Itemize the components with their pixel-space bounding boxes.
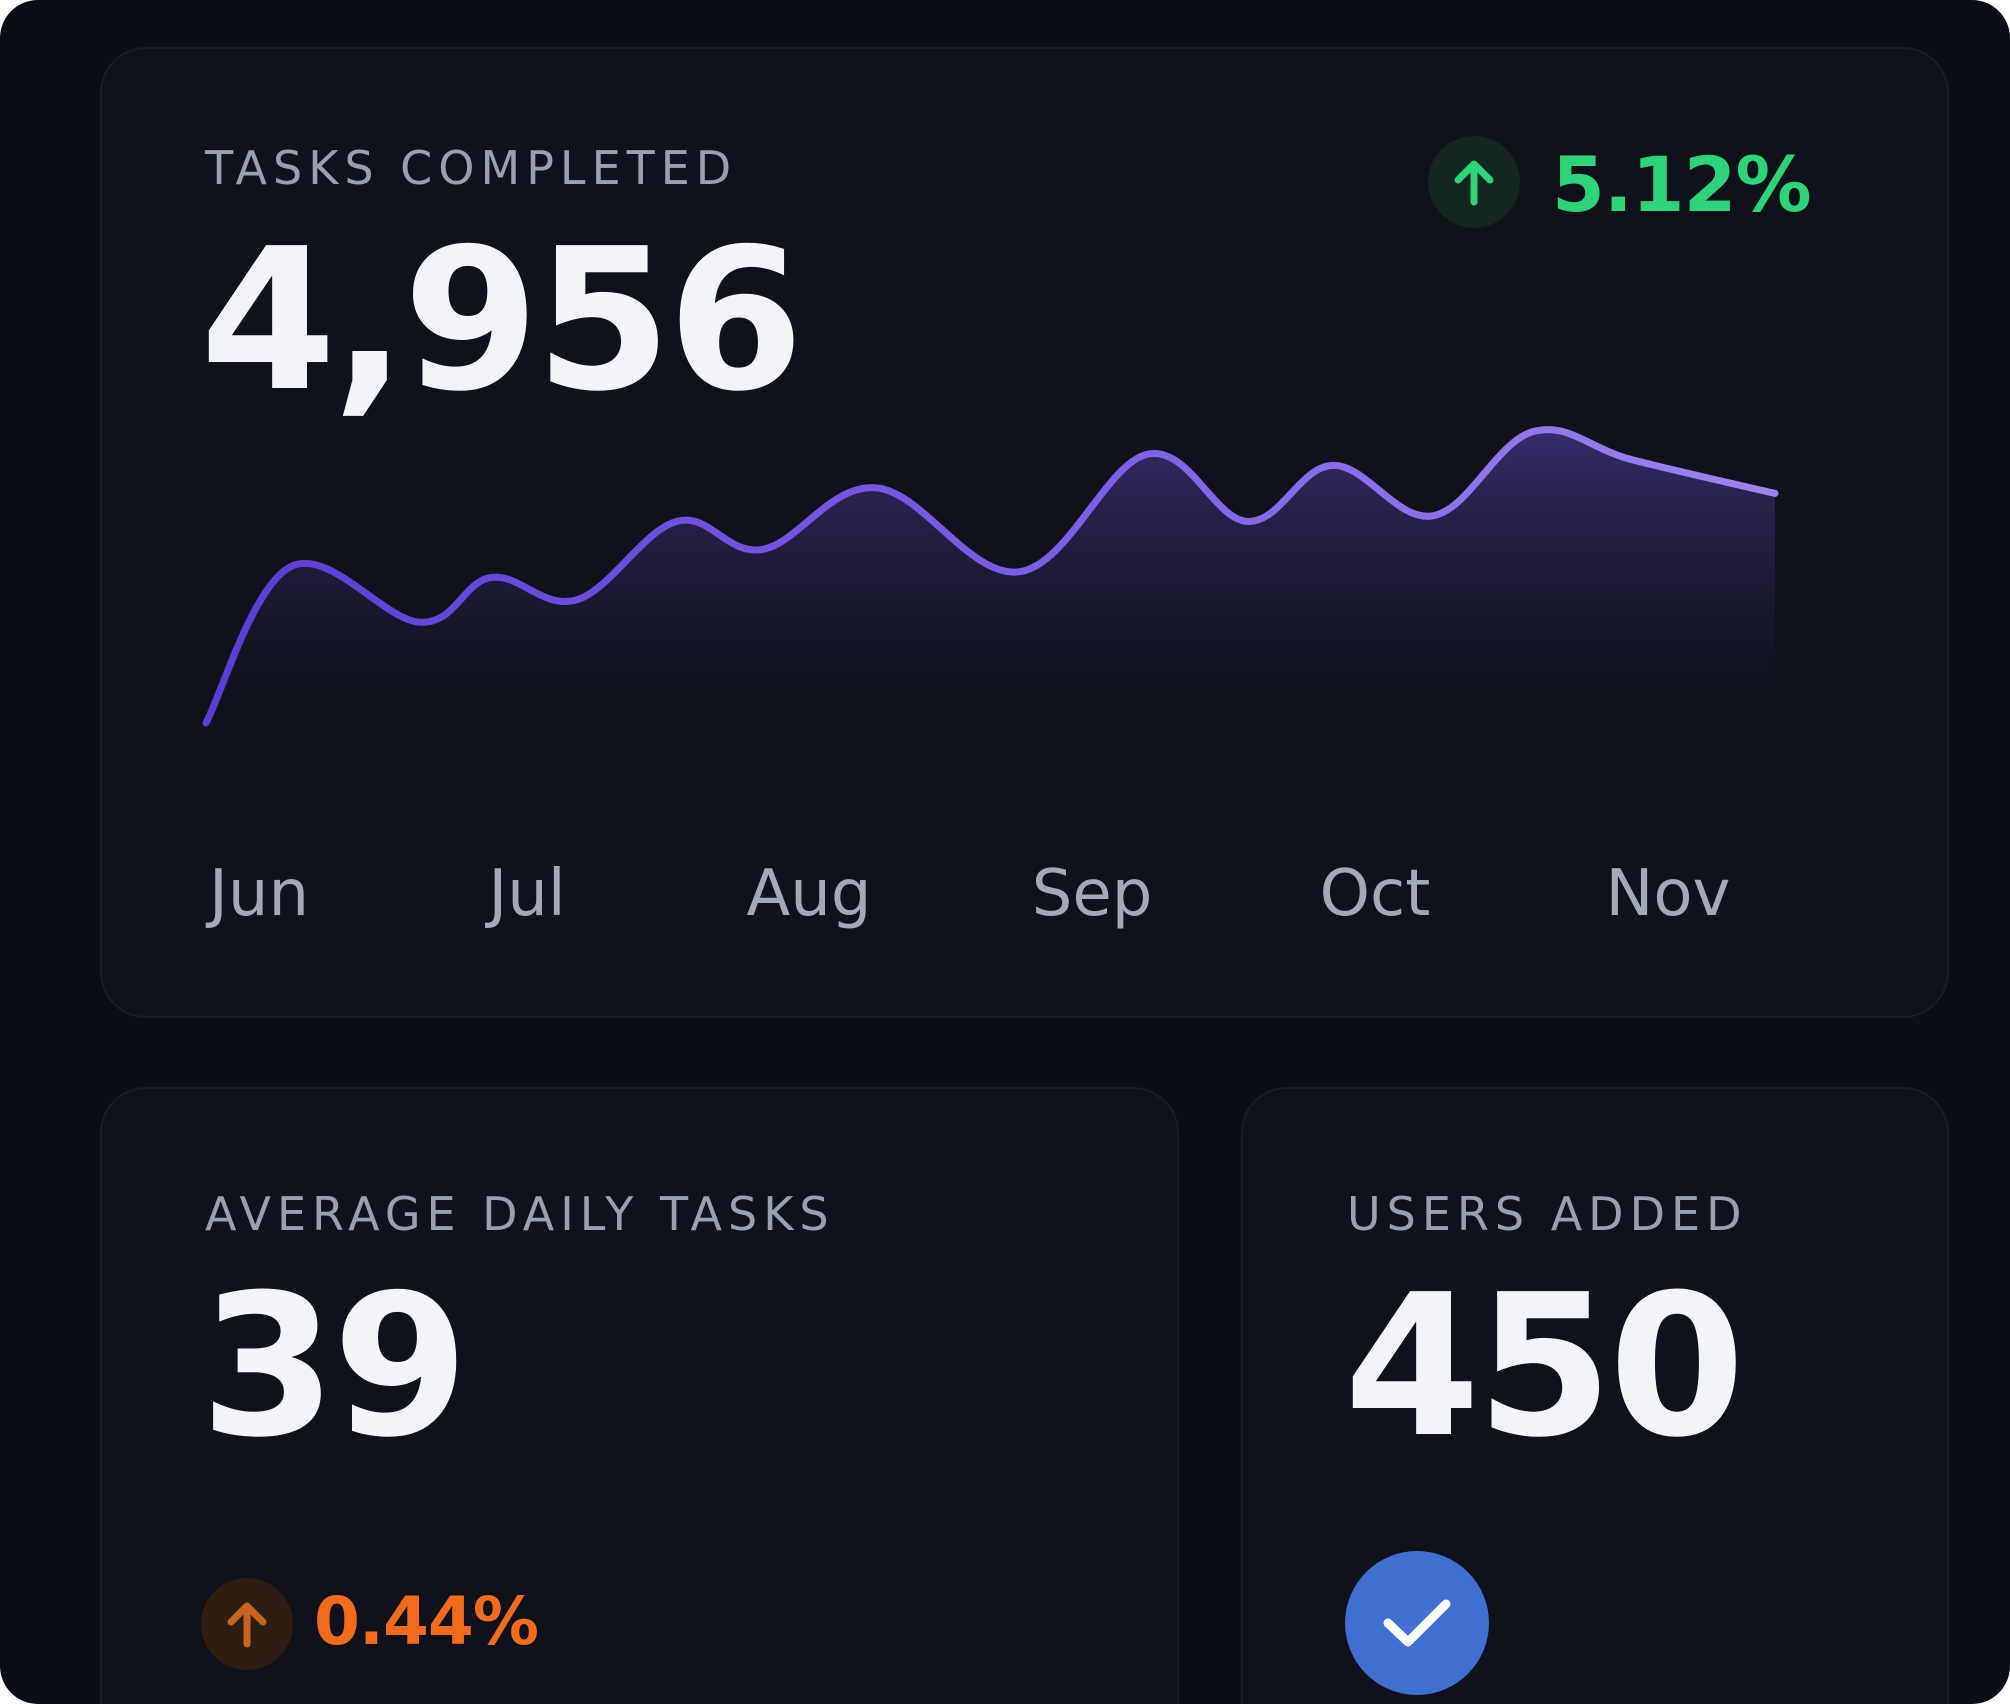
x-tick-label: Oct (1319, 857, 1431, 931)
x-tick-label: Nov (1605, 857, 1731, 931)
average-daily-tasks-card[interactable]: AVERAGE DAILY TASKS 39 0.44% (100, 1087, 1179, 1704)
tasks-completed-card[interactable]: TASKS COMPLETED 4,956 5.12% Jun Jul Aug … (100, 47, 1949, 1018)
chart-area-fill (206, 429, 1775, 739)
users-added-card[interactable]: USERS ADDED 450 (1241, 1087, 1949, 1704)
x-tick-label: Sep (1031, 857, 1153, 931)
users-added-value: 450 (1344, 1253, 1745, 1481)
average-daily-tasks-value: 39 (200, 1253, 469, 1481)
dashboard-frame: TASKS COMPLETED 4,956 5.12% Jun Jul Aug … (0, 0, 2010, 1704)
x-tick-label: Jun (209, 857, 309, 931)
x-tick-label: Jul (488, 857, 566, 931)
arrow-up-icon (201, 1578, 293, 1670)
check-icon[interactable] (1345, 1551, 1489, 1695)
average-daily-tasks-label: AVERAGE DAILY TASKS (205, 1187, 835, 1241)
users-added-label: USERS ADDED (1347, 1187, 1748, 1241)
x-tick-label: Aug (746, 857, 872, 931)
average-change-percent: 0.44% (314, 1583, 539, 1660)
